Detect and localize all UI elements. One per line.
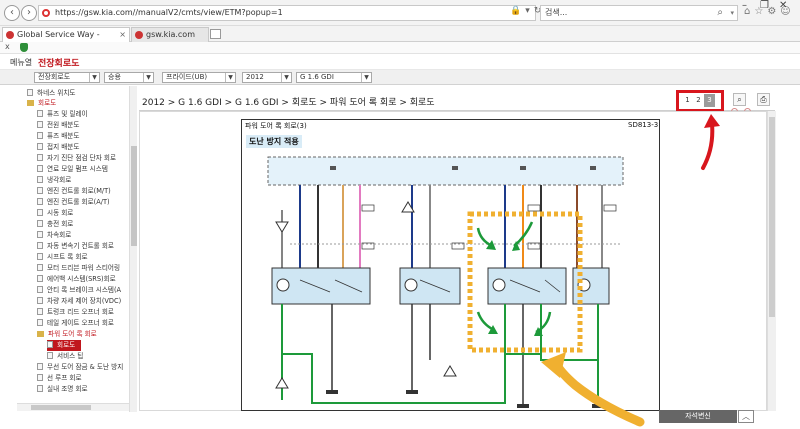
diode-symbol (275, 221, 289, 233)
motor-symbol (404, 278, 418, 292)
arrow-head (486, 240, 496, 250)
ground-symbol (326, 390, 338, 394)
connector-pin (452, 166, 458, 170)
motor-symbol (492, 278, 506, 292)
connector-label (361, 204, 375, 212)
ground-symbol (517, 404, 529, 408)
connector-pin (330, 166, 336, 170)
splice-symbol (275, 377, 289, 389)
connector-pin (520, 166, 526, 170)
green-arrow (476, 311, 495, 332)
ground-symbol (406, 390, 418, 394)
connector-label (527, 204, 541, 212)
connector-label (603, 204, 617, 212)
connector-pin (590, 166, 596, 170)
wiring-diagram (267, 114, 720, 427)
splice-symbol (443, 365, 457, 377)
bcm-module (267, 156, 624, 186)
motor-symbol (276, 278, 290, 292)
update-button[interactable]: 자석변신 (659, 410, 737, 423)
red-arrow-head (704, 114, 720, 128)
red-arrow (701, 122, 715, 170)
scroll-top-button[interactable]: ︿ (738, 410, 754, 423)
